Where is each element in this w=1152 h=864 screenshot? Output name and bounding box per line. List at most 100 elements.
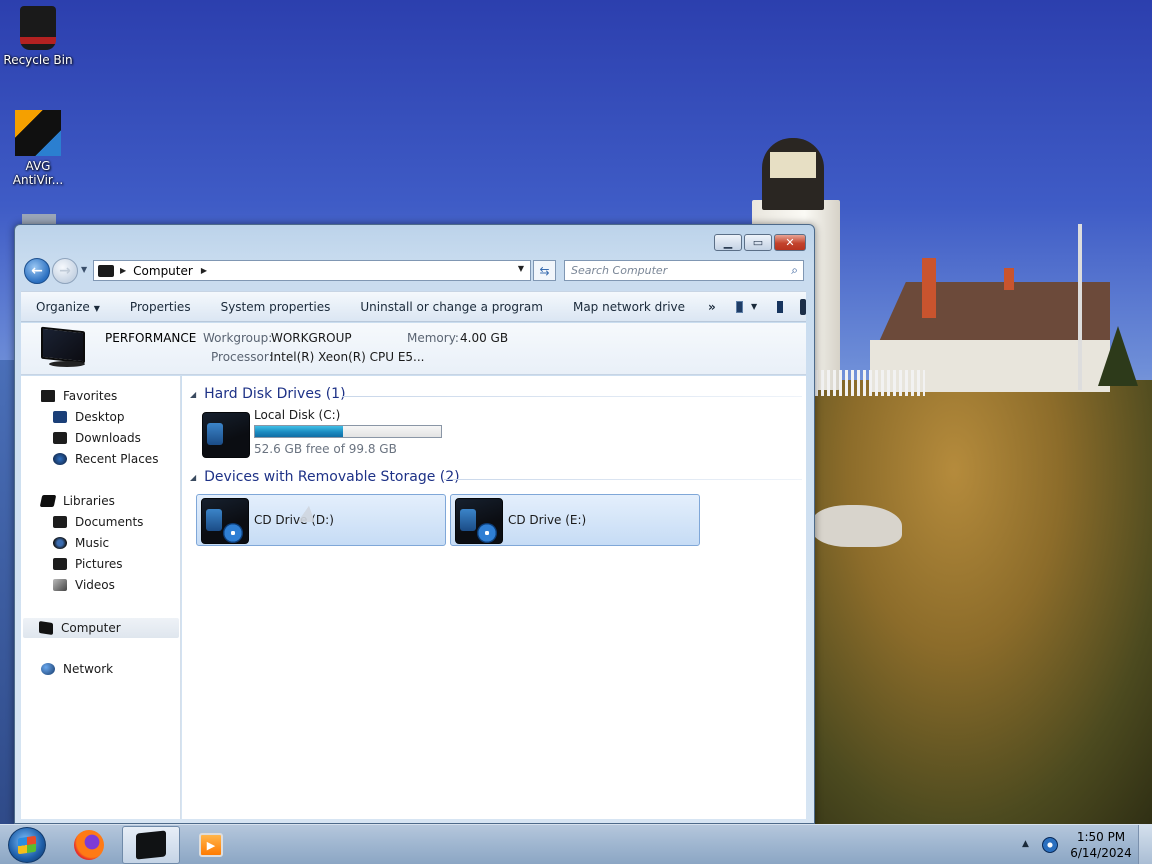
search-icon[interactable]: ⌕ (791, 263, 798, 278)
drive-usage-bar (254, 425, 442, 438)
wallpaper-rock (812, 505, 902, 547)
content-pane: ◢ Hard Disk Drives (1) Local Disk (C:) 52… (182, 376, 806, 819)
nav-downloads[interactable]: Downloads (53, 431, 141, 445)
explorer-window: ▁ ▭ ✕ ← → ▼ ▶ Computer ▶ ▼ ⇆ Search Comp… (14, 224, 815, 824)
drive-name: CD Drive (D:) (254, 513, 334, 527)
organize-button[interactable]: Organize ▼ (21, 300, 115, 314)
monitor-stand-icon (49, 361, 85, 367)
group-title: Hard Disk Drives (1) (204, 386, 346, 402)
minimize-icon: ▁ (723, 236, 733, 249)
hard-drive-icon (202, 412, 250, 458)
computer-icon (39, 621, 53, 635)
disc-icon (223, 523, 243, 543)
memory-value: 4.00 GB (460, 331, 509, 345)
drive-cd-e[interactable]: CD Drive (E:) (450, 494, 700, 546)
collapse-icon: ◢ (190, 472, 197, 482)
documents-icon (53, 516, 67, 528)
back-button[interactable]: ← (24, 258, 50, 284)
details-pane: PERFORMANCE Workgroup: WORKGROUP Memory:… (21, 323, 806, 375)
nav-favorites[interactable]: Favorites (41, 389, 117, 403)
computer-monitor-icon (41, 326, 85, 364)
nav-videos[interactable]: Videos (53, 578, 115, 592)
workgroup-value: WORKGROUP (271, 331, 352, 345)
libraries-icon (39, 495, 57, 507)
taskbar-explorer[interactable] (122, 826, 180, 864)
taskbar-media-player[interactable]: ▶ (182, 826, 240, 864)
address-dropdown-icon[interactable]: ▼ (518, 264, 524, 273)
recent-places-icon (53, 453, 67, 465)
drive-name: Local Disk (C:) (254, 408, 341, 422)
nav-desktop[interactable]: Desktop (53, 410, 125, 424)
clock-time: 1:50 PM (1076, 830, 1126, 844)
taskbar-firefox[interactable] (60, 826, 118, 864)
desktop-icon-recycle-bin[interactable]: Recycle Bin (0, 6, 76, 67)
taskbar: ▶ ▲ 1:50 PM 6/14/2024 (0, 824, 1152, 864)
nav-documents[interactable]: Documents (53, 515, 143, 529)
computer-icon (98, 264, 114, 277)
wallpaper-grass (810, 380, 1152, 824)
nav-libraries[interactable]: Libraries (39, 494, 115, 508)
show-hidden-icons-button[interactable]: ▲ (1022, 839, 1029, 849)
system-properties-button[interactable]: System properties (206, 300, 346, 314)
properties-button[interactable]: Properties (115, 300, 206, 314)
processor-label: Processor: (211, 350, 273, 364)
drive-name: CD Drive (E:) (508, 513, 587, 527)
command-bar: Organize ▼ Properties System properties U… (21, 291, 806, 322)
explorer-icon (136, 830, 166, 860)
chevron-right-icon[interactable]: ▶ (120, 266, 126, 275)
collapse-icon: ◢ (190, 389, 197, 399)
uninstall-program-button[interactable]: Uninstall or change a program (345, 300, 558, 314)
chevron-right-icon[interactable]: ▶ (201, 266, 207, 275)
nav-music[interactable]: Music (53, 536, 109, 550)
nav-network[interactable]: Network (41, 662, 113, 676)
forward-arrow-icon: → (59, 263, 71, 279)
close-button[interactable]: ✕ (774, 234, 806, 251)
navigation-pane: Favorites Desktop Downloads Recent Place… (21, 376, 181, 819)
maximize-icon: ▭ (752, 236, 764, 249)
window-caption-buttons: ▁ ▭ ✕ (714, 234, 806, 251)
desktop-icon (53, 411, 67, 423)
nav-label: Pictures (75, 557, 123, 571)
system-clock[interactable]: 1:50 PM 6/14/2024 (1068, 829, 1134, 861)
disc-icon (477, 523, 497, 543)
recycle-bin-icon (20, 6, 56, 50)
nav-computer[interactable]: Computer (23, 618, 179, 638)
search-input[interactable]: Search Computer ⌕ (564, 260, 804, 281)
address-bar[interactable]: ▶ Computer ▶ ▼ (93, 260, 531, 281)
change-view-icon[interactable] (735, 300, 743, 313)
drive-cd-d[interactable]: CD Drive (D:) (196, 494, 446, 546)
nav-recent-places[interactable]: Recent Places (53, 452, 158, 466)
help-icon[interactable] (800, 298, 806, 315)
pictures-icon (53, 558, 67, 570)
start-button[interactable] (8, 827, 46, 863)
firefox-icon (74, 830, 104, 860)
computer-name: PERFORMANCE (105, 331, 197, 345)
view-options-dropdown[interactable]: ▼ (751, 302, 757, 311)
refresh-icon: ⇆ (539, 263, 550, 278)
network-tray-icon[interactable] (1042, 837, 1058, 853)
refresh-button[interactable]: ⇆ (533, 260, 556, 281)
map-network-drive-button[interactable]: Map network drive (558, 300, 700, 314)
wallpaper-lantern-glass (770, 152, 816, 178)
group-header-removable[interactable]: ◢ Devices with Removable Storage (2) (190, 469, 460, 485)
group-divider (342, 396, 802, 397)
forward-button[interactable]: → (52, 258, 78, 284)
group-header-hard-disk[interactable]: ◢ Hard Disk Drives (1) (190, 386, 346, 402)
breadcrumb-computer[interactable]: Computer (133, 264, 193, 278)
recent-pages-dropdown[interactable]: ▼ (81, 265, 87, 274)
preview-pane-icon[interactable] (777, 300, 784, 313)
drive-free-space: 52.6 GB free of 99.8 GB (254, 442, 397, 456)
show-desktop-button[interactable] (1138, 825, 1152, 864)
nav-label: Favorites (63, 389, 118, 403)
workgroup-label: Workgroup: (203, 331, 273, 345)
maximize-button[interactable]: ▭ (744, 234, 772, 251)
group-divider (444, 479, 802, 480)
more-commands-button[interactable]: » (700, 300, 728, 314)
nav-label: Network (63, 662, 114, 676)
nav-label: Documents (75, 515, 144, 529)
desktop-icon-avg[interactable]: AVG AntiVir... (0, 110, 76, 187)
nav-label: Libraries (63, 494, 115, 508)
nav-pictures[interactable]: Pictures (53, 557, 123, 571)
star-icon (41, 390, 55, 402)
minimize-button[interactable]: ▁ (714, 234, 742, 251)
